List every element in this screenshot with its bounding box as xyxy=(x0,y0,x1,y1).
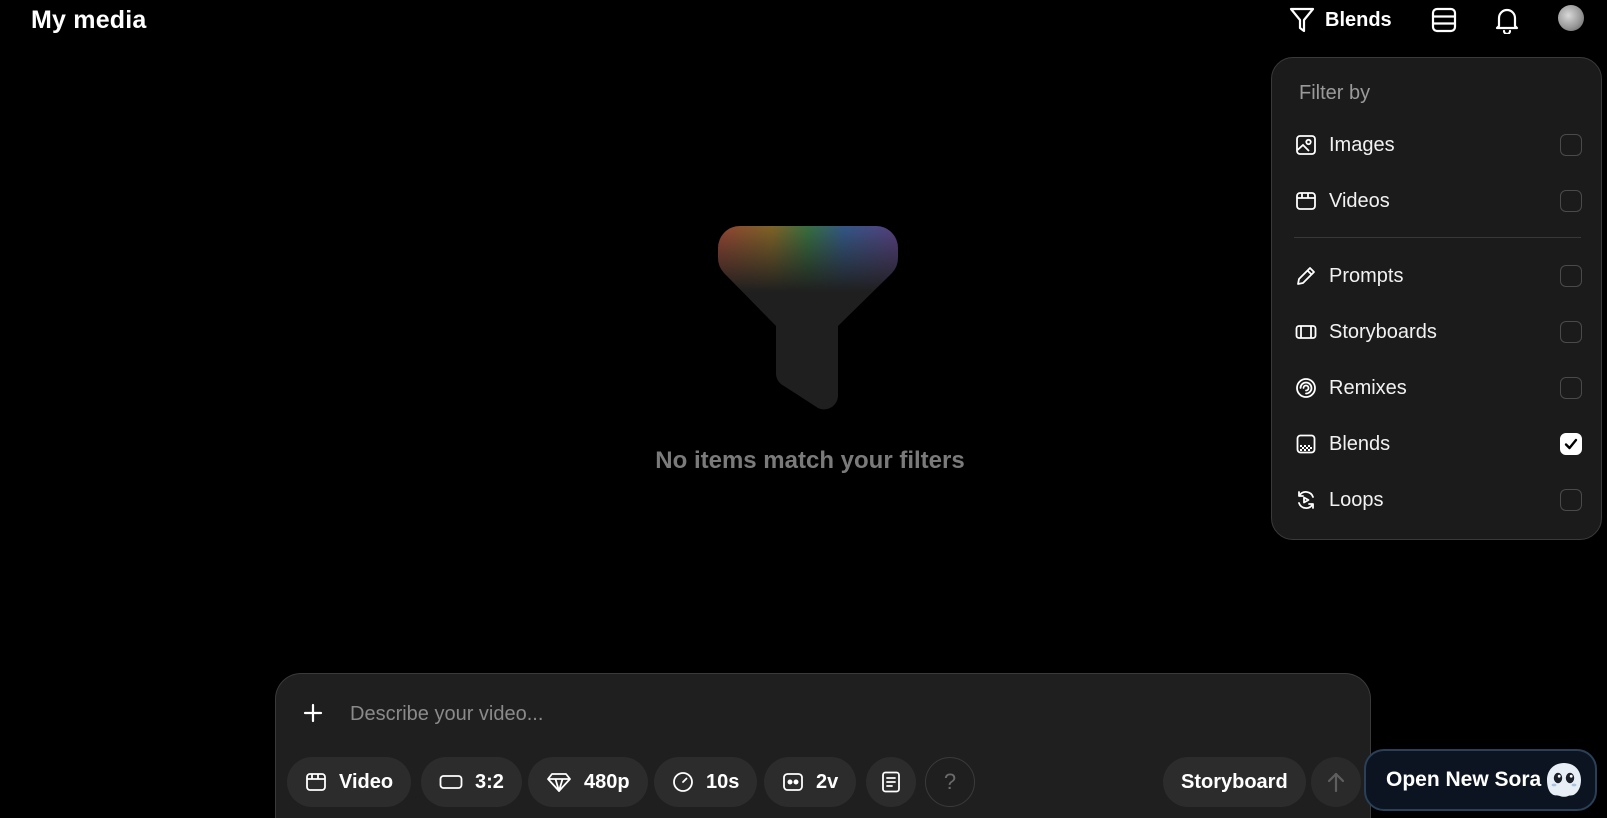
prompt-input[interactable] xyxy=(348,698,1048,730)
resolution-button[interactable]: 480p xyxy=(528,757,648,807)
prompt-composer: Video 3:2 480p xyxy=(275,673,1371,818)
filter-divider xyxy=(1294,237,1581,238)
clock-icon xyxy=(672,771,694,793)
layout-toggle-button[interactable] xyxy=(1427,3,1461,37)
filter-option-label: Blends xyxy=(1329,432,1391,455)
filter-option-label: Storyboards xyxy=(1329,320,1437,343)
filter-option-label: Images xyxy=(1329,133,1395,156)
remix-icon xyxy=(1295,377,1317,399)
funnel-icon xyxy=(1289,6,1315,34)
document-icon xyxy=(881,771,901,793)
variations-icon xyxy=(782,771,804,793)
loop-icon xyxy=(1295,489,1317,511)
duration-label: 10s xyxy=(706,770,740,793)
filter-dropdown: Filter by Images Videos Prompts Storyboa… xyxy=(1271,57,1602,540)
filter-option-remixes[interactable]: Remixes xyxy=(1272,368,1601,408)
checkmark-icon xyxy=(1564,437,1578,451)
my-media-page: My media Blends No items match your filt… xyxy=(0,0,1607,818)
aspect-ratio-label: 3:2 xyxy=(475,770,504,793)
filter-option-videos[interactable]: Videos xyxy=(1272,181,1601,221)
mascot-icon xyxy=(1545,761,1583,805)
diamond-icon xyxy=(546,771,572,793)
variations-button[interactable]: 2v xyxy=(764,757,857,807)
storyboard-button[interactable]: Storyboard xyxy=(1163,757,1306,807)
blend-icon xyxy=(1295,433,1317,455)
aspect-ratio-button[interactable]: 3:2 xyxy=(421,757,522,807)
filter-option-storyboards[interactable]: Storyboards xyxy=(1272,312,1601,352)
pencil-icon xyxy=(1295,265,1317,287)
filter-option-label: Videos xyxy=(1329,189,1390,212)
filter-heading: Filter by xyxy=(1299,82,1371,104)
filter-checkbox-videos[interactable] xyxy=(1560,190,1582,212)
add-media-button[interactable] xyxy=(298,698,328,728)
duration-button[interactable]: 10s xyxy=(654,757,758,807)
image-icon xyxy=(1295,134,1317,156)
list-layout-icon xyxy=(1431,7,1457,33)
filter-checkbox-images[interactable] xyxy=(1560,134,1582,156)
filter-option-blends[interactable]: Blends xyxy=(1272,424,1601,464)
filter-checkbox-blends[interactable] xyxy=(1560,433,1582,455)
storyboard-icon xyxy=(1295,321,1317,343)
filter-checkbox-remixes[interactable] xyxy=(1560,377,1582,399)
filter-option-label: Prompts xyxy=(1329,264,1404,287)
video-icon xyxy=(1295,190,1317,212)
filter-checkbox-prompts[interactable] xyxy=(1560,265,1582,287)
open-new-sora-label: Open New Sora xyxy=(1386,768,1542,791)
arrow-up-icon xyxy=(1326,771,1346,793)
filter-option-label: Remixes xyxy=(1329,376,1407,399)
help-button[interactable]: ? xyxy=(925,757,975,807)
filter-button-label: Blends xyxy=(1325,8,1392,31)
submit-button[interactable] xyxy=(1311,757,1361,807)
filter-checkbox-storyboards[interactable] xyxy=(1560,321,1582,343)
notifications-button[interactable] xyxy=(1490,3,1524,37)
filter-option-label: Loops xyxy=(1329,488,1384,511)
media-type-button[interactable]: Video xyxy=(287,757,412,807)
open-new-sora-button[interactable]: Open New Sora xyxy=(1364,749,1597,811)
filter-option-images[interactable]: Images xyxy=(1272,125,1601,165)
page-title: My media xyxy=(31,6,147,34)
resolution-label: 480p xyxy=(584,770,630,793)
bell-icon xyxy=(1493,6,1521,34)
filter-option-loops[interactable]: Loops xyxy=(1272,480,1601,520)
variations-label: 2v xyxy=(816,770,839,793)
presets-button[interactable] xyxy=(866,757,916,807)
aspect-ratio-icon xyxy=(439,773,463,791)
filter-option-prompts[interactable]: Prompts xyxy=(1272,256,1601,296)
filter-button[interactable]: Blends xyxy=(1289,4,1392,36)
plus-icon xyxy=(303,703,323,723)
empty-funnel-icon xyxy=(718,226,898,421)
filter-checkbox-loops[interactable] xyxy=(1560,489,1582,511)
avatar[interactable] xyxy=(1558,5,1584,31)
video-icon xyxy=(305,771,327,793)
media-type-label: Video xyxy=(339,770,394,793)
